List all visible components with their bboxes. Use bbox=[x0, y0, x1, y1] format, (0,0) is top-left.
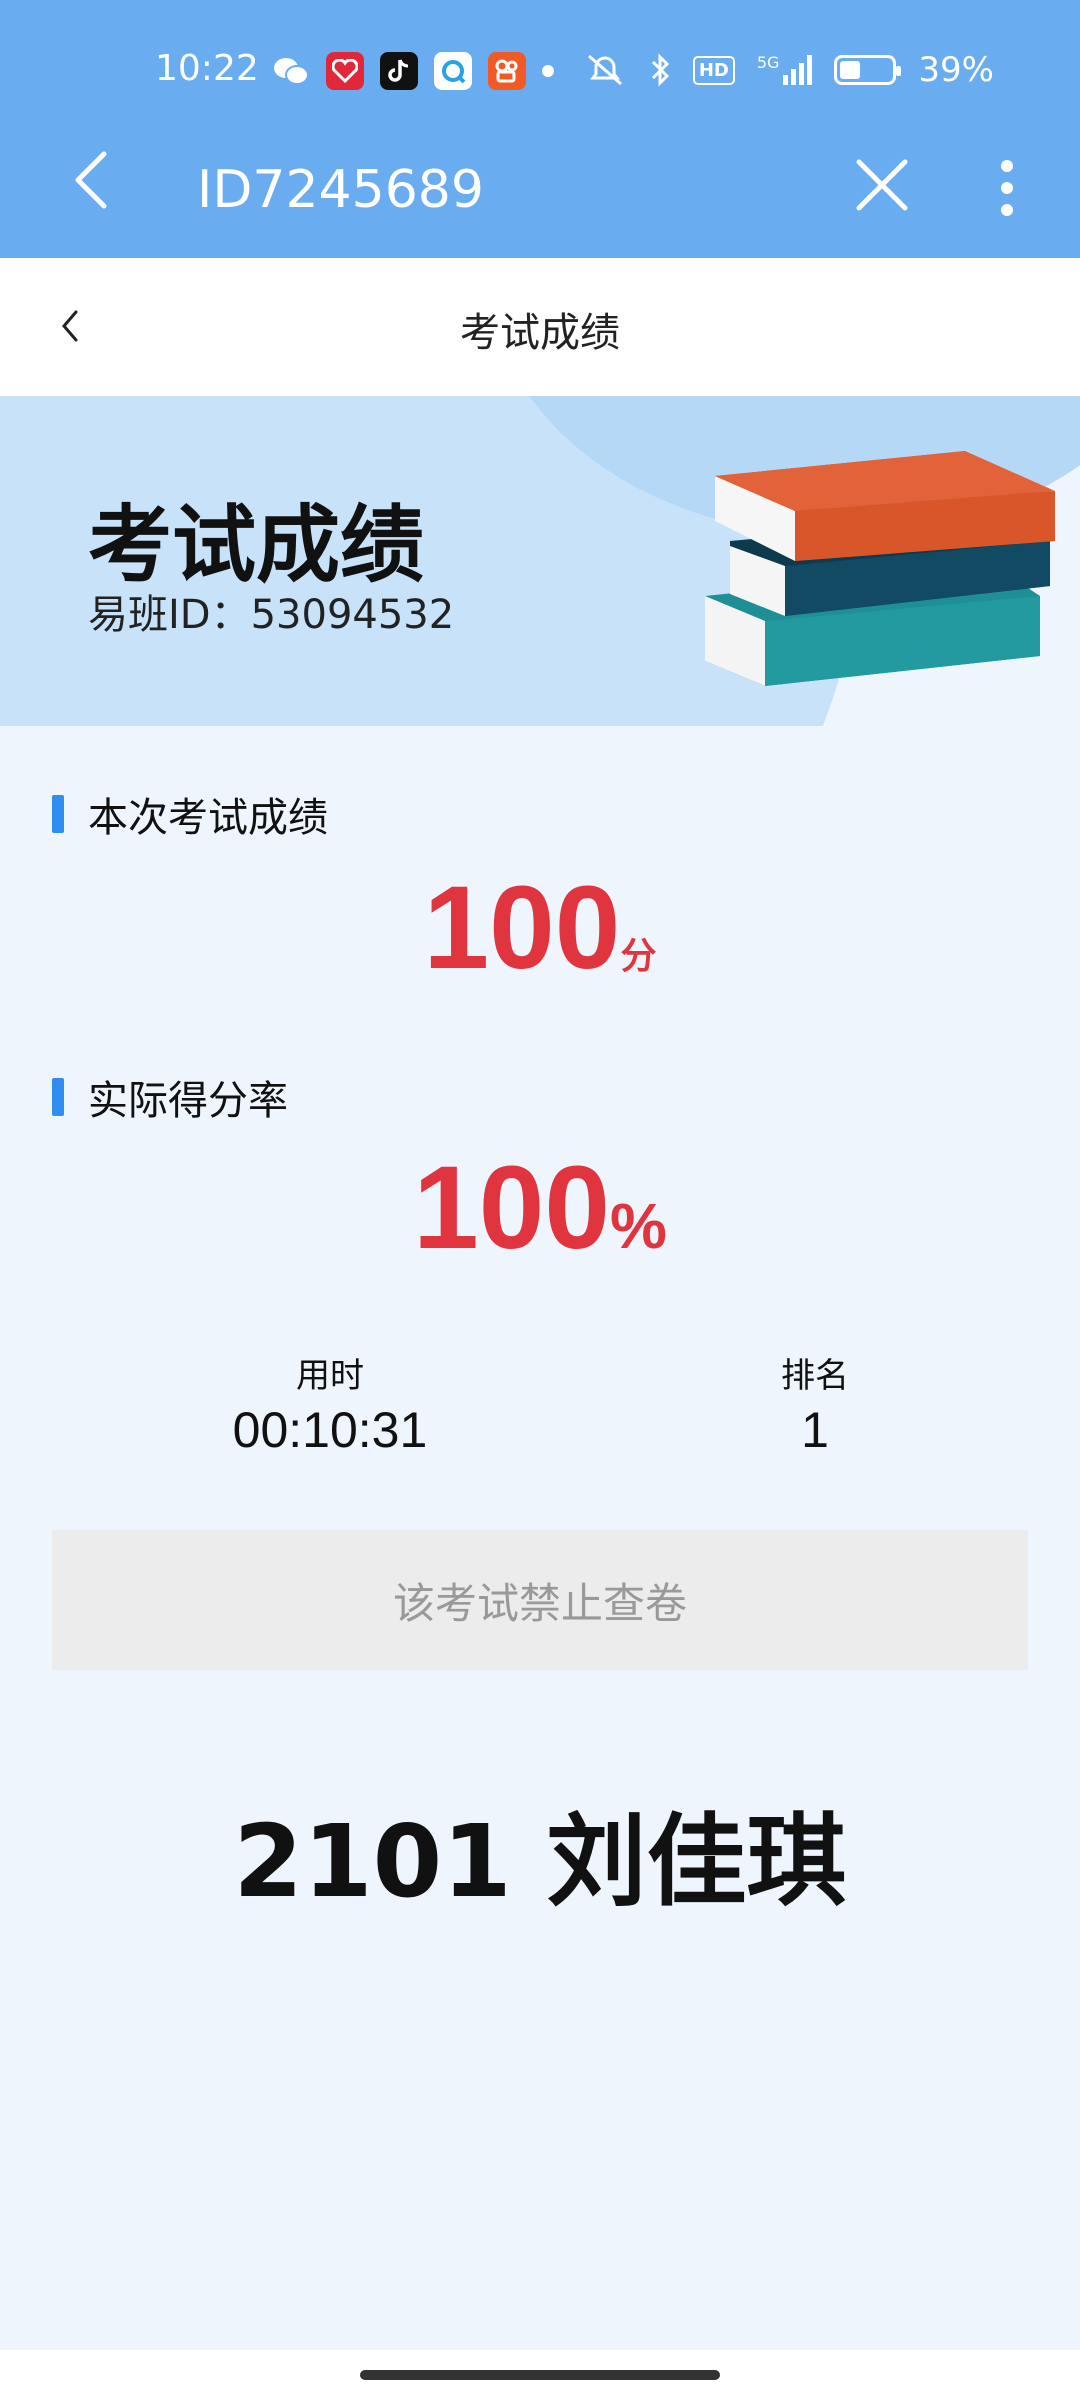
battery-icon bbox=[834, 55, 902, 85]
hero-title: 考试成绩 bbox=[88, 496, 425, 594]
more-notifications-dot bbox=[542, 65, 554, 77]
time-used-value: 00:10:31 bbox=[232, 1402, 428, 1458]
exam-score-unit: 分 bbox=[620, 935, 657, 976]
time-used-stat: 用时 00:10:31 bbox=[200, 1348, 460, 1459]
books-illustration-icon bbox=[705, 451, 1055, 686]
score-rate-value: 100 bbox=[413, 1142, 610, 1274]
page-title: 考试成绩 bbox=[460, 310, 620, 356]
review-disabled-button[interactable]: 该考试禁止查卷 bbox=[52, 1530, 1028, 1670]
rate-section-label: 实际得分率 bbox=[52, 1068, 288, 1126]
kuaishou-icon bbox=[488, 52, 526, 90]
mute-vibrate-icon bbox=[587, 54, 622, 86]
close-icon[interactable] bbox=[855, 158, 909, 212]
score-rate: 100% bbox=[0, 1140, 1080, 1276]
signal-icon: 5G bbox=[757, 55, 813, 85]
app-red-icon bbox=[326, 52, 364, 90]
page-header: 考试成绩 bbox=[0, 258, 1080, 396]
rank-value: 1 bbox=[801, 1402, 829, 1458]
network-type: 5G bbox=[756, 53, 780, 72]
status-right: HD 5G 39% bbox=[583, 50, 994, 90]
back-arrow-icon[interactable] bbox=[70, 150, 110, 210]
user-id: 易班ID：53094532 bbox=[88, 592, 455, 638]
exam-score-value: 100 bbox=[423, 862, 621, 994]
home-indicator[interactable] bbox=[360, 2370, 720, 2380]
rank-label: 排名 bbox=[781, 1356, 849, 1396]
notification-icons bbox=[272, 52, 554, 90]
time-used-label: 用时 bbox=[296, 1356, 364, 1396]
score-section-label: 本次考试成绩 bbox=[52, 785, 328, 843]
accent-bar bbox=[52, 1078, 64, 1116]
score-label-text: 本次考试成绩 bbox=[88, 795, 328, 841]
student-name: 2101 刘佳琪 bbox=[233, 1803, 847, 1920]
hero-banner: 考试成绩 易班ID：53094532 bbox=[0, 396, 1080, 726]
douyin-icon bbox=[380, 52, 418, 90]
rate-label-text: 实际得分率 bbox=[88, 1078, 288, 1124]
status-time: 10:22 bbox=[155, 48, 259, 89]
accent-bar bbox=[52, 795, 64, 833]
hd-icon: HD bbox=[692, 55, 735, 85]
exam-score: 100分 bbox=[0, 860, 1080, 996]
browser-icon bbox=[434, 52, 472, 90]
battery-percent: 39% bbox=[918, 50, 994, 90]
rank-stat: 排名 1 bbox=[735, 1348, 895, 1459]
bluetooth-icon bbox=[651, 53, 669, 87]
wechat-icon bbox=[272, 52, 310, 90]
score-rate-unit: % bbox=[609, 1190, 667, 1262]
app-bar-title: ID7245689 bbox=[197, 160, 484, 220]
more-vertical-icon[interactable] bbox=[995, 158, 1019, 218]
status-bar: 10:22 HD 5G 39% bbox=[0, 0, 1080, 142]
